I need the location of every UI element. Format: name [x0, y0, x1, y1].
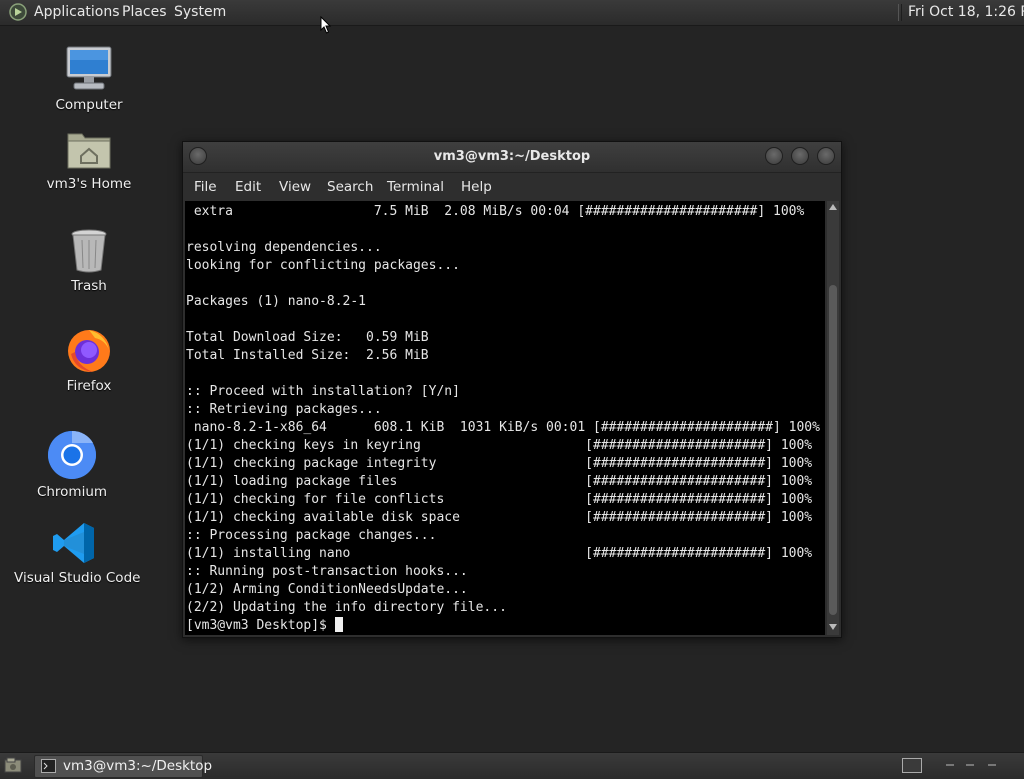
chromium-icon — [48, 430, 96, 479]
terminal-line: (2/2) Updating the info directory file..… — [186, 600, 507, 615]
places-menu[interactable]: Places — [122, 4, 167, 20]
window-titlebar[interactable]: vm3@vm3:~/Desktop — [183, 142, 841, 173]
window-menubar: File Edit View Search Terminal Help — [183, 173, 841, 200]
bottom-panel: vm3@vm3:~/Desktop — [0, 752, 1024, 779]
menu-help[interactable]: Help — [461, 179, 492, 195]
minimize-button[interactable] — [765, 147, 783, 165]
terminal-line: (1/1) checking keys in keyring [########… — [186, 438, 813, 453]
desktop-icon-label: Computer — [55, 97, 123, 113]
menu-terminal[interactable]: Terminal — [387, 179, 444, 195]
workspace-2-icon[interactable] — [946, 764, 954, 766]
terminal-line: (1/1) loading package files [###########… — [186, 474, 813, 489]
menu-file[interactable]: File — [194, 179, 217, 195]
desktop-icon-label: Chromium — [36, 484, 108, 500]
terminal-line: (1/1) installing nano [#################… — [186, 546, 813, 561]
terminal-window[interactable]: vm3@vm3:~/Desktop File Edit View Search … — [182, 141, 842, 638]
window-title: vm3@vm3:~/Desktop — [433, 149, 591, 164]
desktop-icon-label: Firefox — [66, 378, 112, 394]
mouse-pointer-icon — [320, 16, 332, 34]
terminal-line: (1/1) checking for file conflicts [#####… — [186, 492, 813, 507]
vscode-icon — [53, 523, 94, 563]
close-button[interactable] — [817, 147, 835, 165]
desktop-icon-home[interactable]: vm3's Home — [44, 128, 134, 192]
menu-view[interactable]: View — [279, 179, 311, 195]
clock[interactable]: Fri Oct 18, 1:26 PM — [908, 4, 1024, 20]
desktop-icon-computer[interactable]: Computer — [48, 45, 130, 113]
firefox-icon — [68, 330, 110, 372]
trash-icon — [71, 229, 107, 273]
computer-icon — [66, 46, 112, 90]
system-menu[interactable]: System — [174, 4, 226, 20]
desktop-icon-label: vm3's Home — [46, 176, 132, 192]
applications-menu[interactable]: Applications — [34, 4, 120, 20]
terminal-line: extra 7.5 MiB 2.08 MiB/s 00:04 [########… — [186, 204, 805, 219]
scroll-up-arrow-icon[interactable] — [829, 204, 837, 210]
home-folder-icon — [67, 133, 111, 169]
workspace-switcher[interactable] — [936, 758, 1014, 771]
scroll-down-arrow-icon[interactable] — [829, 624, 837, 630]
desktop-icon-label: Visual Studio Code — [14, 570, 141, 586]
workspace-switcher-active[interactable] — [902, 758, 922, 773]
desktop-icon-firefox[interactable]: Firefox — [52, 326, 126, 394]
terminal-line: :: Retrieving packages... — [186, 402, 382, 417]
distro-logo-icon[interactable] — [9, 3, 27, 21]
desktop-icon-chromium[interactable]: Chromium — [34, 430, 110, 500]
desktop-icon-label: Trash — [71, 278, 107, 294]
terminal-line: (1/1) checking package integrity [######… — [186, 456, 813, 471]
terminal-line: Total Download Size: 0.59 MiB — [186, 330, 429, 345]
workspace-4-icon[interactable] — [988, 764, 996, 766]
terminal-line: (1/2) Arming ConditionNeedsUpdate... — [186, 582, 468, 597]
terminal-line: Total Installed Size: 2.56 MiB — [186, 348, 429, 363]
terminal-line: (1/1) checking available disk space [###… — [186, 510, 813, 525]
terminal-line: :: Running post-transaction hooks... — [186, 564, 468, 579]
taskbar-label: vm3@vm3:~/Desktop — [63, 758, 213, 774]
terminal-line: nano-8.2-1-x86_64 608.1 KiB 1031 KiB/s 0… — [186, 420, 820, 435]
taskbar-terminal-button[interactable]: vm3@vm3:~/Desktop — [34, 755, 212, 778]
scrollbar-thumb[interactable] — [829, 285, 837, 615]
terminal-scrollbar[interactable] — [827, 201, 839, 635]
terminal-line: looking for conflicting packages... — [186, 258, 460, 273]
terminal-line: :: Proceed with installation? [Y/n] — [186, 384, 460, 399]
menu-search[interactable]: Search — [327, 179, 373, 195]
terminal-prompt-line: [vm3@vm3 Desktop]$ — [186, 617, 343, 635]
terminal-icon — [41, 759, 56, 773]
terminal-line: resolving dependencies... — [186, 240, 382, 255]
panel-separator — [898, 4, 902, 21]
terminal-output[interactable]: extra 7.5 MiB 2.08 MiB/s 00:04 [########… — [185, 201, 825, 635]
terminal-cursor — [334, 617, 343, 632]
menu-edit[interactable]: Edit — [235, 179, 261, 195]
terminal-line: :: Processing package changes... — [186, 528, 437, 543]
desktop-icon-vscode[interactable]: Visual Studio Code — [14, 520, 141, 586]
workspace-3-icon[interactable] — [966, 764, 974, 766]
maximize-button[interactable] — [791, 147, 809, 165]
desktop-icon-trash[interactable]: Trash — [52, 228, 126, 294]
show-desktop-icon[interactable] — [4, 757, 22, 773]
terminal-line: Packages (1) nano-8.2-1 — [186, 294, 367, 309]
top-panel: Applications Places System Fri Oct 18, 1… — [0, 0, 1024, 26]
